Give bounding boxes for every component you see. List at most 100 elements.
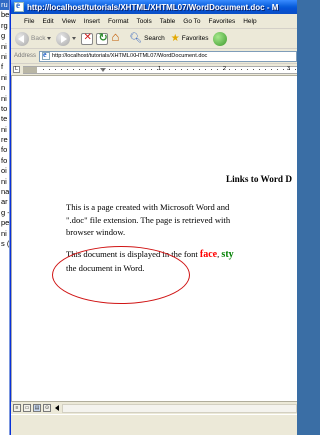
ruler-tick bbox=[205, 69, 206, 70]
ruler-tick bbox=[133, 69, 134, 70]
ruler-tick bbox=[283, 69, 284, 70]
ruler-number: 1 bbox=[158, 66, 162, 72]
ruler-tick bbox=[55, 69, 56, 70]
ie-window: http://localhost/tutorials/XHTML/XHTML07… bbox=[10, 0, 297, 435]
ruler-tick bbox=[49, 69, 50, 70]
horizontal-ruler: L 1 2 3 bbox=[11, 64, 297, 76]
ruler-tick bbox=[145, 69, 146, 70]
ruler-tick bbox=[217, 69, 218, 70]
forward-dropdown-icon[interactable] bbox=[72, 37, 77, 40]
status-bar bbox=[11, 414, 297, 435]
ruler-tick bbox=[79, 69, 80, 70]
background-text-fragment: s ( bbox=[1, 238, 10, 248]
background-text-fragment: ni bbox=[1, 93, 7, 103]
ruler-tick bbox=[265, 69, 266, 70]
scroll-left-arrow-icon[interactable] bbox=[55, 405, 59, 411]
refresh-icon[interactable] bbox=[96, 31, 109, 45]
background-text-fragment: te bbox=[1, 114, 8, 124]
background-text-fragment: f bbox=[1, 62, 4, 72]
ruler-number: 3 bbox=[287, 66, 291, 72]
background-text-fragment: na bbox=[1, 187, 10, 197]
back-label: Back bbox=[31, 35, 46, 42]
search-icon: 🔍︎ bbox=[129, 33, 143, 44]
forward-arrow-icon bbox=[56, 31, 71, 46]
background-text-fragment: be bbox=[1, 10, 10, 20]
ruler-tick bbox=[139, 69, 140, 70]
favorites-label: Favorites bbox=[181, 35, 209, 42]
home-icon[interactable] bbox=[111, 29, 123, 45]
menu-item-go-to[interactable]: Go To bbox=[179, 14, 204, 28]
paragraph-1-line: This is a page created with Microsoft Wo… bbox=[66, 202, 230, 212]
annotation-ellipse bbox=[52, 246, 190, 304]
background-text-fragment: ni bbox=[1, 124, 7, 134]
ruler-tick bbox=[97, 69, 98, 70]
paragraph-1-line: ".doc" file extension. The page is retri… bbox=[66, 214, 231, 225]
ruler-tick bbox=[91, 69, 92, 70]
ruler-tick bbox=[127, 69, 128, 70]
background-text-fragment: fo bbox=[1, 145, 8, 155]
style-word: sty bbox=[221, 249, 234, 260]
forward-button[interactable] bbox=[56, 31, 78, 46]
background-text-fragment: ni bbox=[1, 41, 7, 51]
menu-item-tools[interactable]: Tools bbox=[133, 14, 156, 28]
background-text-fragment: n bbox=[1, 83, 6, 93]
ruler-tick bbox=[73, 69, 74, 70]
background-text-fragment: fo bbox=[1, 155, 8, 165]
paragraph-1-line: browser window. bbox=[66, 227, 126, 237]
back-arrow-icon bbox=[15, 31, 29, 46]
media-icon[interactable] bbox=[213, 31, 228, 46]
ruler-tick bbox=[109, 69, 110, 70]
view-buttons: ≡ ▭ ▤ ⊙ bbox=[11, 404, 51, 412]
menu-item-format[interactable]: Format bbox=[104, 14, 133, 28]
ruler-tick bbox=[253, 69, 254, 70]
document-heading: Links to Word D bbox=[226, 174, 292, 184]
outline-view-icon[interactable]: ⊙ bbox=[43, 404, 51, 412]
web-layout-view-icon[interactable]: ▭ bbox=[23, 404, 31, 412]
ruler-tick bbox=[271, 69, 272, 70]
horizontal-scrollbar: ≡ ▭ ▤ ⊙ bbox=[11, 401, 297, 414]
ruler-tick bbox=[277, 69, 278, 70]
menu-item-help[interactable]: Help bbox=[239, 14, 260, 28]
background-text-fragment: ru bbox=[0, 0, 9, 11]
background-text-fragment: g - bbox=[1, 207, 10, 217]
search-button[interactable]: 🔍︎ Search bbox=[129, 33, 164, 44]
back-dropdown-icon[interactable] bbox=[47, 37, 52, 40]
scroll-track[interactable] bbox=[62, 403, 297, 413]
ruler-tick bbox=[121, 69, 122, 70]
menu-item-table[interactable]: Table bbox=[156, 14, 180, 28]
face-word: face bbox=[199, 249, 218, 260]
menu-item-file[interactable]: File bbox=[11, 14, 38, 28]
menu-item-favorites[interactable]: Favorites bbox=[205, 14, 240, 28]
ruler-tick bbox=[151, 69, 152, 70]
ie-logo-icon bbox=[14, 0, 24, 12]
address-bar: Address http://localhost/tutorials/XHTML… bbox=[11, 49, 297, 64]
ruler-tick bbox=[247, 69, 248, 70]
title-bar[interactable]: http://localhost/tutorials/XHTML/XHTML07… bbox=[11, 0, 297, 14]
back-button[interactable]: Back bbox=[15, 31, 53, 46]
ruler-band: 1 2 3 bbox=[23, 66, 297, 74]
ruler-tick bbox=[295, 69, 296, 70]
favorites-button[interactable]: ★ Favorites bbox=[171, 33, 209, 44]
doc-gutter bbox=[12, 76, 26, 401]
page-icon bbox=[42, 52, 51, 60]
print-layout-view-icon[interactable]: ▤ bbox=[33, 404, 41, 412]
address-input[interactable]: http://localhost/tutorials/XHTML/XHTML07… bbox=[39, 50, 297, 62]
background-text-fragment: rg bbox=[1, 20, 8, 30]
tab-selector[interactable]: L bbox=[13, 66, 20, 73]
background-text-fragment: ni bbox=[1, 176, 7, 186]
ruler-tick bbox=[187, 69, 188, 70]
menu-item-view[interactable]: View bbox=[58, 14, 80, 28]
menu-item-edit[interactable]: Edit bbox=[38, 14, 57, 28]
ruler-tick bbox=[241, 69, 242, 70]
ruler-tick bbox=[211, 69, 212, 70]
menu-item-insert[interactable]: Insert bbox=[80, 14, 104, 28]
document-area[interactable]: Links to Word D This is a page created w… bbox=[11, 76, 297, 401]
ruler-tick bbox=[199, 69, 200, 70]
ruler-tick bbox=[43, 69, 44, 70]
search-label: Search bbox=[144, 35, 165, 42]
stop-icon[interactable] bbox=[81, 32, 94, 45]
ruler-tick bbox=[115, 69, 116, 70]
normal-view-icon[interactable]: ≡ bbox=[13, 404, 21, 412]
background-text-fragment: to bbox=[1, 103, 8, 113]
toolbar: Back 🔍︎ Search ★ Favorites bbox=[11, 29, 297, 49]
